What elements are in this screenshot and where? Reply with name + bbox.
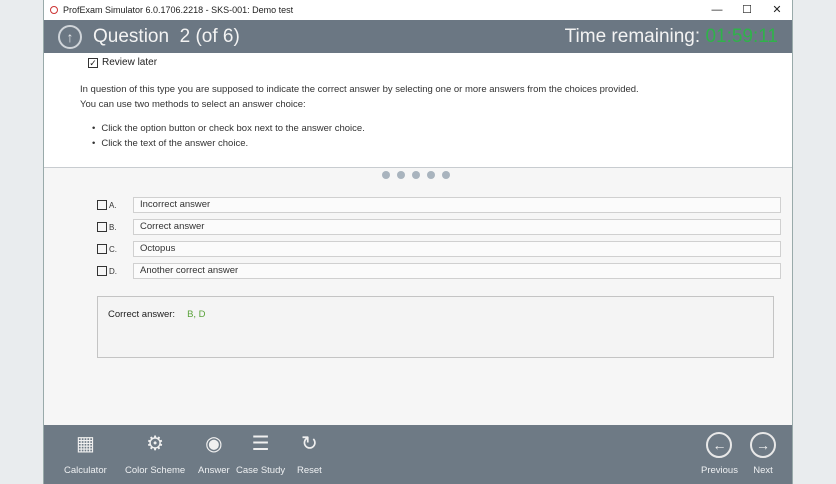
review-later-label: Review later [102, 57, 158, 68]
next-label: Next [753, 465, 773, 476]
checkbox-checked-icon[interactable]: ✓ [88, 57, 98, 68]
page-dot[interactable] [412, 171, 420, 179]
option-b[interactable]: B. Correct answer [97, 219, 781, 235]
arrow-right-icon: → [750, 432, 776, 458]
correct-answer-label: Correct answer: [108, 309, 176, 320]
arrow-left-icon: ← [706, 432, 733, 458]
option-letter: C. [109, 244, 117, 254]
option-text[interactable]: Another correct answer [133, 263, 781, 279]
instruction-bullet: Click the option button or check box nex… [80, 122, 639, 137]
window-title: ProfExam Simulator 6.0.1706.2218 - SKS-0… [63, 5, 294, 15]
app-window: ProfExam Simulator 6.0.1706.2218 - SKS-0… [43, 0, 793, 484]
eye-icon: ◉ [205, 433, 223, 455]
correct-answer-value: B, D [187, 309, 206, 320]
option-d[interactable]: D. Another correct answer [97, 263, 781, 279]
question-number: 2 [179, 25, 191, 47]
calculator-icon: ▦ [75, 433, 95, 455]
color-scheme-button[interactable]: ⚙ Color Scheme [125, 431, 185, 476]
question-title: Question 2 (of 6) [93, 26, 240, 48]
option-text[interactable]: Octopus [133, 241, 781, 257]
close-button[interactable]: ✕ [762, 0, 792, 20]
page-dot[interactable] [382, 171, 390, 179]
previous-label: Previous [701, 465, 738, 476]
app-logo-icon [50, 6, 58, 14]
correct-answer-panel: Correct answer: B, D [97, 296, 774, 358]
checkbox[interactable] [97, 266, 107, 276]
calculator-label: Calculator [64, 465, 107, 476]
minimize-button[interactable]: — [702, 0, 732, 20]
option-letter: B. [109, 222, 117, 232]
question-label: Question [93, 25, 170, 47]
reset-label: Reset [297, 465, 322, 476]
instruction-line: In question of this type you are suppose… [80, 84, 639, 95]
option-letter: D. [109, 266, 117, 276]
checkbox[interactable] [97, 222, 107, 232]
option-a[interactable]: A. Incorrect answer [97, 197, 781, 213]
review-later-checkbox[interactable]: ✓ Review later [88, 57, 157, 68]
checkbox[interactable] [97, 244, 107, 254]
title-bar: ProfExam Simulator 6.0.1706.2218 - SKS-0… [44, 0, 792, 20]
instruction-bullet: Click the text of the answer choice. [80, 137, 639, 152]
time-value: 01:59:11 [705, 25, 778, 47]
time-remaining: Time remaining: 01:59:11 [565, 26, 778, 48]
reset-button[interactable]: ↻ Reset [297, 431, 322, 476]
checkbox[interactable] [97, 200, 107, 210]
page-dot[interactable] [442, 171, 450, 179]
option-letter: A. [109, 200, 117, 210]
answer-area: A. Incorrect answer B. Correct answer C. Oc… [44, 167, 792, 425]
instructions: In question of this type you are suppose… [80, 83, 639, 151]
gear-icon: ⚙ [146, 433, 165, 455]
option-text[interactable]: Correct answer [133, 219, 781, 235]
page-dot[interactable] [427, 171, 435, 179]
lines-icon: ☰ [251, 433, 270, 455]
maximize-button[interactable]: ☐ [732, 0, 762, 20]
time-label: Time remaining: [564, 25, 701, 47]
next-button[interactable]: → Next [750, 431, 776, 476]
page-dots [382, 171, 450, 179]
color-scheme-label: Color Scheme [125, 465, 186, 476]
previous-button[interactable]: ← Previous [701, 431, 738, 476]
page-dot[interactable] [397, 171, 405, 179]
case-study-button[interactable]: ☰ Case Study [236, 431, 285, 476]
calculator-button[interactable]: ▦ Calculator [64, 431, 107, 476]
question-header: ↑ Question 2 (of 6) Time remaining: 01:5… [44, 20, 792, 53]
instruction-line: You can use two methods to select an ans… [80, 98, 306, 110]
reset-icon: ↻ [301, 433, 318, 455]
toolbar: ▦ Calculator ⚙ Color Scheme ◉ Answer ☰ Case … [44, 425, 792, 484]
question-total: (of 6) [195, 25, 240, 47]
arrow-up-icon[interactable]: ↑ [58, 24, 82, 49]
answer-label: Answer [198, 465, 230, 476]
option-text[interactable]: Incorrect answer [133, 197, 781, 213]
case-study-label: Case Study [236, 465, 286, 476]
option-c[interactable]: C. Octopus [97, 241, 781, 257]
answer-button[interactable]: ◉ Answer [198, 431, 230, 476]
